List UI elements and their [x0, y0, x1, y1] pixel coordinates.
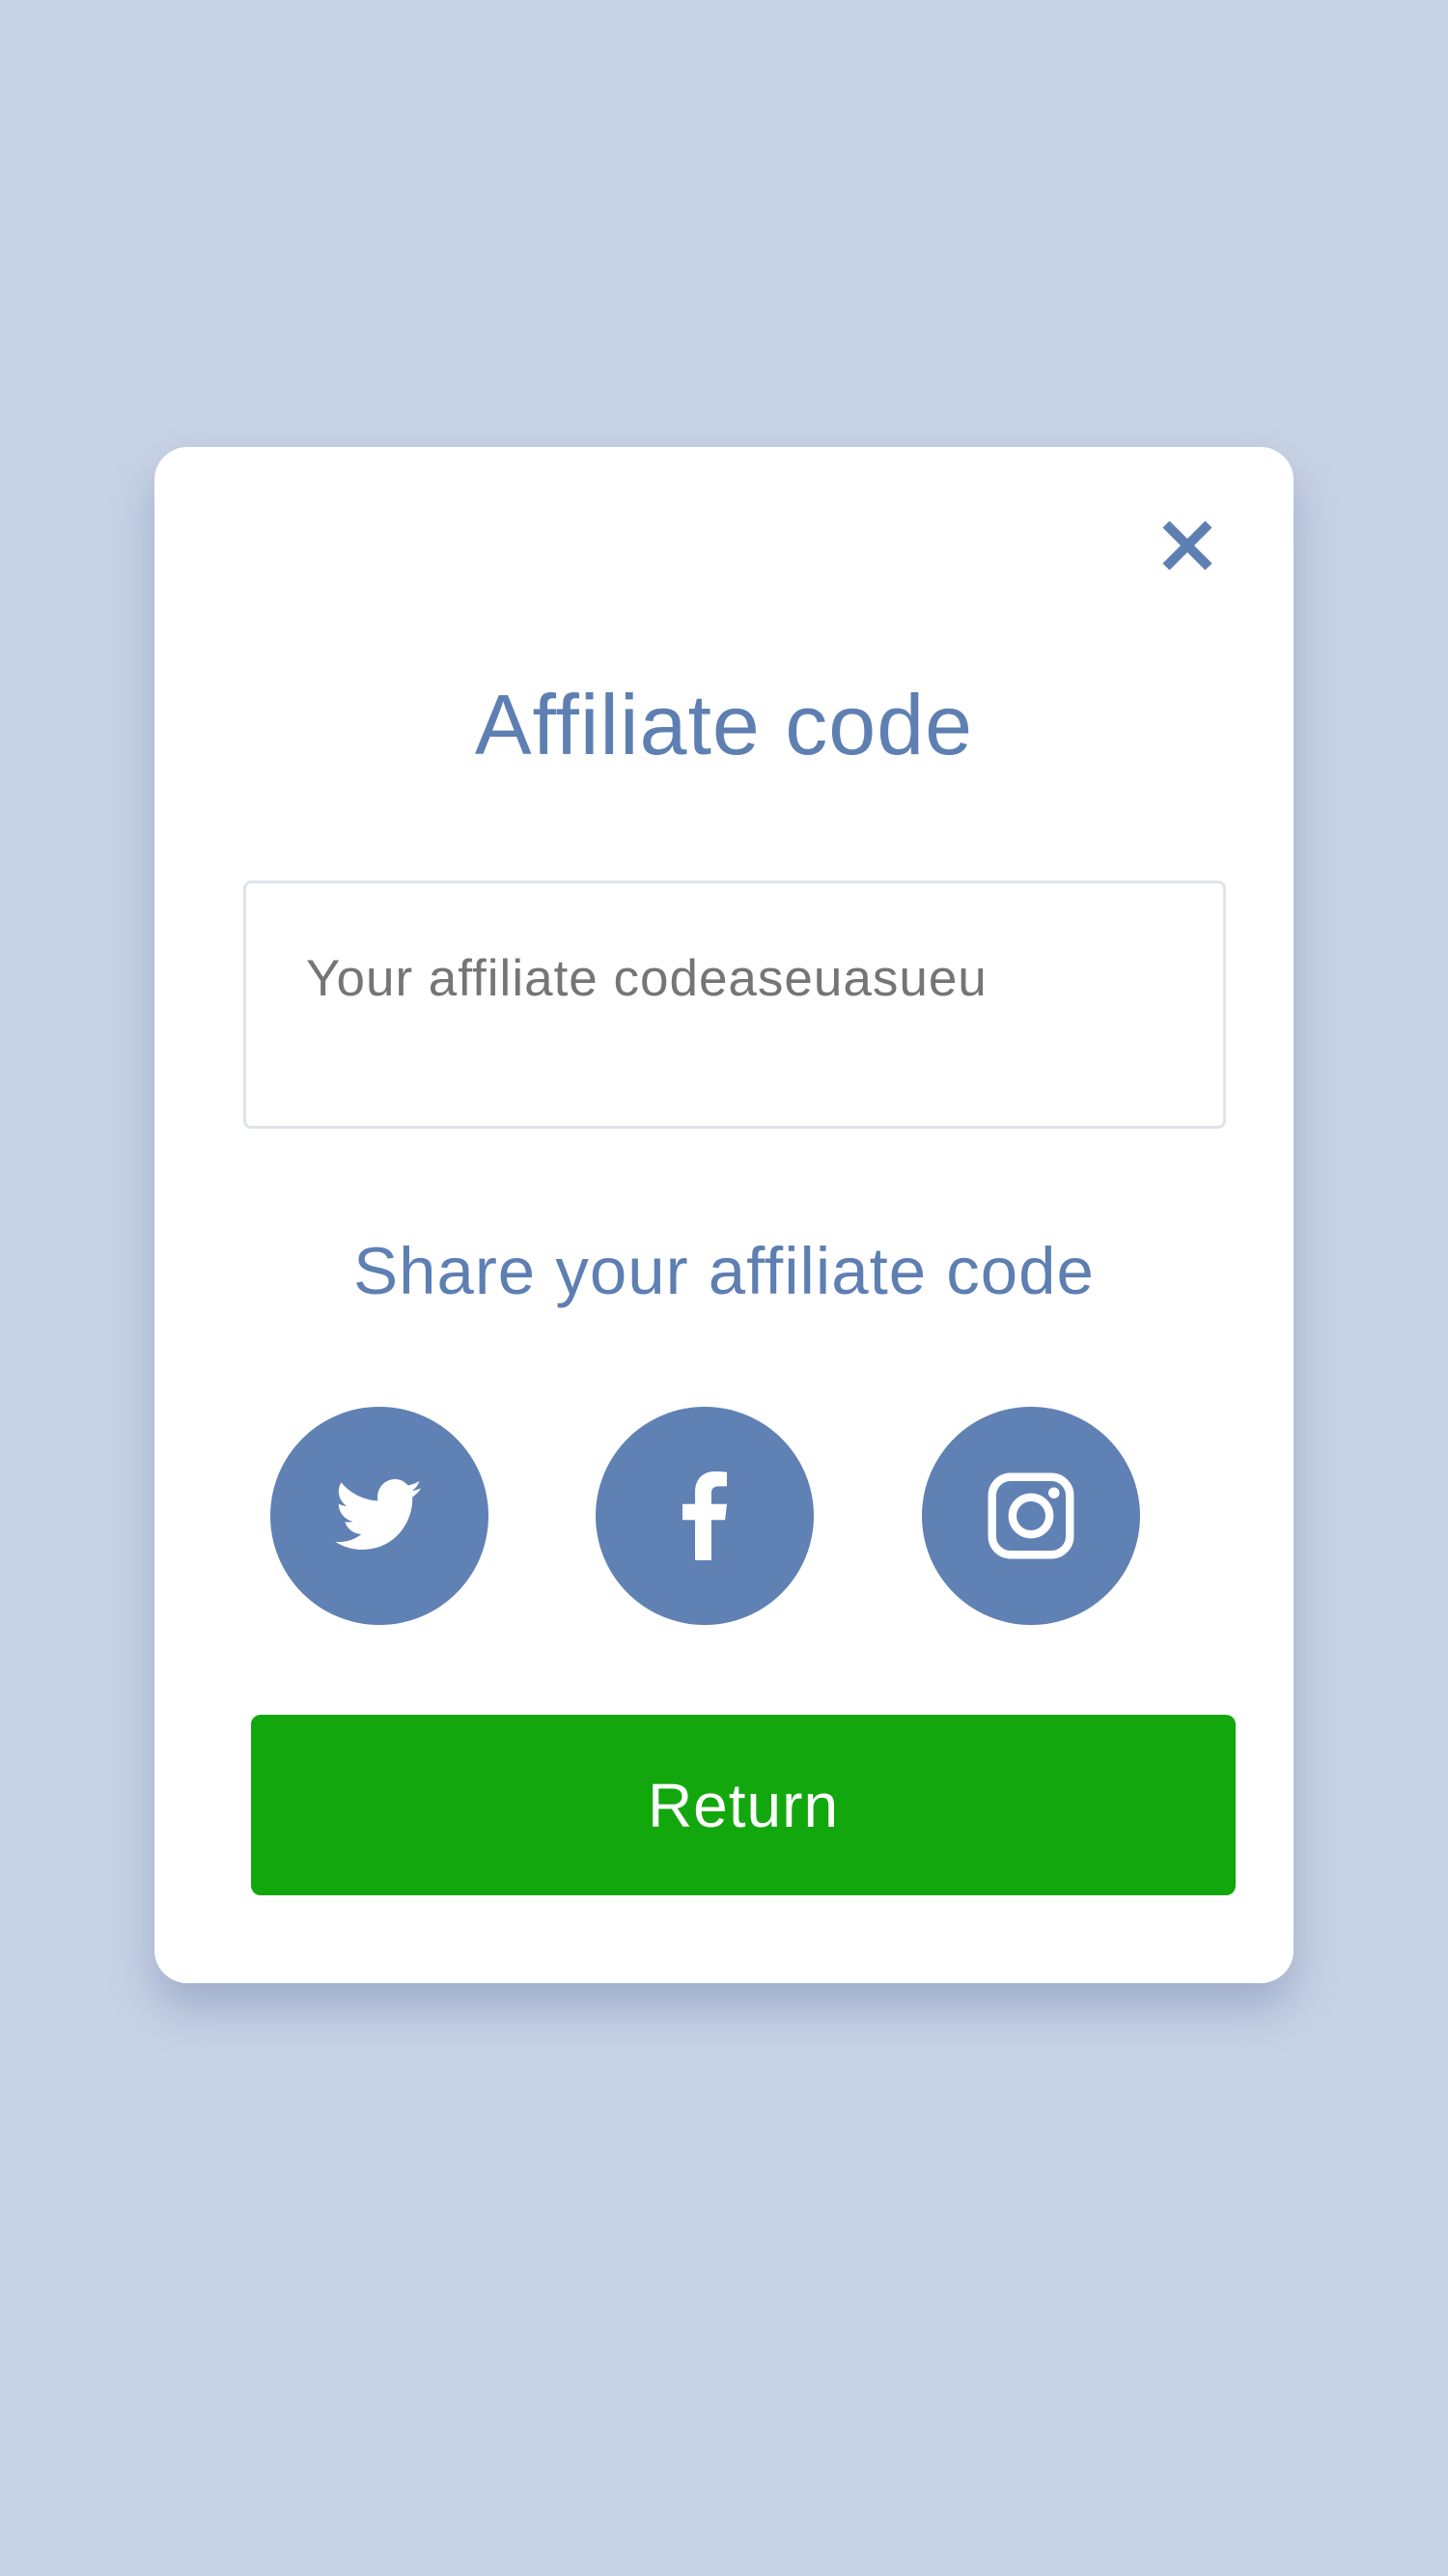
share-facebook-button[interactable] — [596, 1407, 814, 1625]
share-heading: Share your affiliate code — [353, 1234, 1095, 1308]
affiliate-code-modal: Affiliate code Share your affiliate code… — [154, 447, 1294, 1983]
return-button[interactable]: Return — [251, 1715, 1236, 1895]
share-instagram-button[interactable] — [922, 1407, 1140, 1625]
close-icon — [1162, 520, 1212, 571]
affiliate-code-input[interactable] — [306, 939, 1175, 1017]
facebook-icon — [682, 1471, 727, 1560]
affiliate-code-field[interactable] — [243, 881, 1226, 1129]
share-twitter-button[interactable] — [270, 1407, 488, 1625]
instagram-icon — [988, 1472, 1074, 1559]
close-button[interactable] — [1158, 517, 1216, 574]
modal-title: Affiliate code — [474, 677, 974, 772]
twitter-icon — [335, 1479, 423, 1550]
